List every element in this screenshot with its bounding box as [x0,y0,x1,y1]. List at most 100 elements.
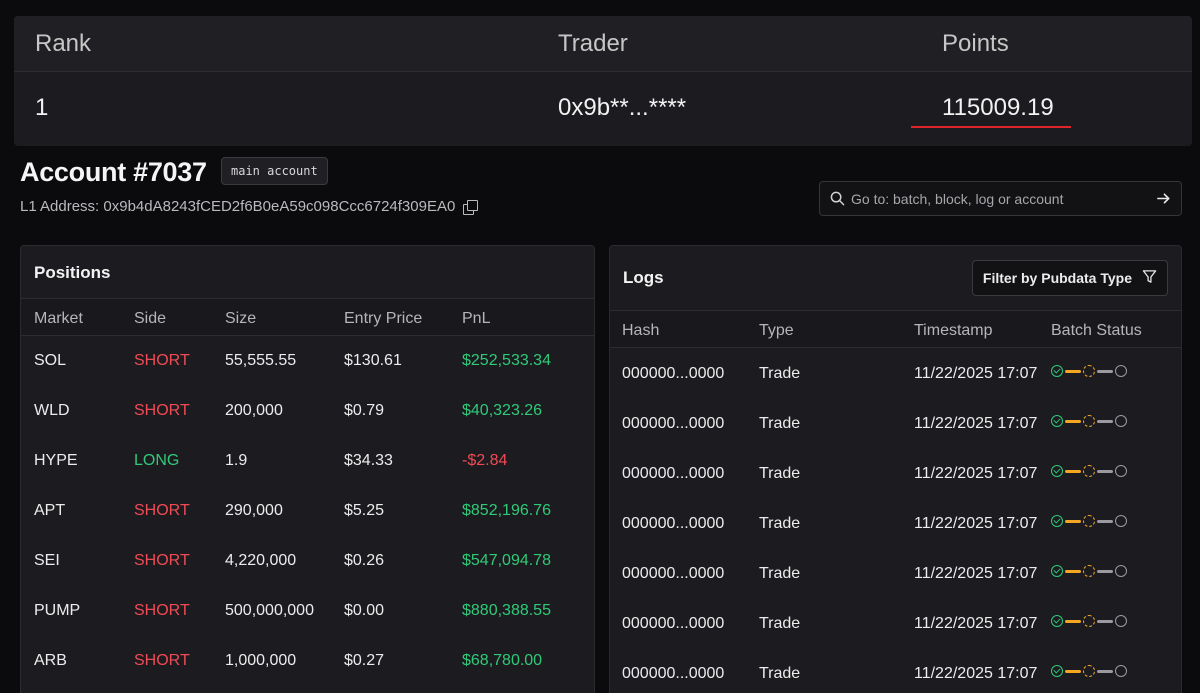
table-row[interactable]: 000000...0000 Trade 11/22/2025 17:07 [610,648,1181,693]
size-cell: 55,555.55 [225,352,297,369]
timestamp-cell: 11/22/2025 17:07 [914,565,1038,582]
hash-link[interactable]: 000000...0000 [622,615,724,633]
col-side: Side [134,310,167,327]
col-type: Type [759,322,794,339]
market-cell: HYPE [34,452,78,469]
search-input[interactable] [851,190,1156,207]
status-connector [1065,619,1081,623]
pnl-cell: $40,323.26 [462,402,543,419]
logs-table-header: Hash Type Timestamp Batch Status [610,310,1181,348]
side-cell: SHORT [134,352,190,369]
arrow-right-icon[interactable] [1156,191,1171,206]
timestamp-cell: 11/22/2025 17:07 [914,365,1038,382]
l1-address: L1 Address: 0x9b4dA8243fCED2f6B0eA59c098… [20,198,456,215]
type-cell: Trade [759,615,801,632]
hash-link[interactable]: 000000...0000 [622,365,724,383]
status-idle-icon [1115,465,1127,477]
table-row[interactable]: 000000...0000 Trade 11/22/2025 17:07 [610,398,1181,448]
pnl-cell: $880,388.55 [462,602,551,619]
search-icon [830,191,845,206]
side-cell: SHORT [134,602,190,619]
table-row[interactable]: 000000...0000 Trade 11/22/2025 17:07 [610,548,1181,598]
table-row[interactable]: PUMP SHORT 500,000,000 $0.00 $880,388.55 [21,586,594,636]
status-connector [1097,669,1113,673]
status-pending-icon [1083,415,1095,427]
entry-price-cell: $130.61 [344,352,402,369]
col-entry-price: Entry Price [344,310,423,327]
table-row[interactable]: APT SHORT 290,000 $5.25 $852,196.76 [21,486,594,536]
l1-address-row: L1 Address: 0x9b4dA8243fCED2f6B0eA59c098… [20,198,479,215]
hash-link[interactable]: 000000...0000 [622,465,724,483]
status-connector [1065,669,1081,673]
copy-icon[interactable] [463,199,479,215]
timestamp-cell: 11/22/2025 17:07 [914,465,1038,482]
batch-status-indicator [1051,565,1127,577]
col-batch-status: Batch Status [1051,322,1142,339]
hash-link[interactable]: 000000...0000 [622,665,724,683]
filter-button-label: Filter by Pubdata Type [982,270,1132,286]
status-idle-icon [1115,415,1127,427]
table-row[interactable]: 000000...0000 Trade 11/22/2025 17:07 [610,598,1181,648]
size-cell: 290,000 [225,502,283,519]
status-pending-icon [1083,365,1095,377]
col-market: Market [34,310,83,327]
table-row[interactable]: WLD SHORT 200,000 $0.79 $40,323.26 [21,386,594,436]
type-cell: Trade [759,365,801,382]
table-row[interactable]: HYPE LONG 1.9 $34.33 -$2.84 [21,436,594,486]
status-idle-icon [1115,615,1127,627]
market-cell: ARB [34,652,67,669]
batch-status-indicator [1051,515,1127,527]
batch-status-indicator [1051,365,1127,377]
status-connector [1065,519,1081,523]
timestamp-cell: 11/22/2025 17:07 [914,415,1038,432]
table-row[interactable]: ARB SHORT 1,000,000 $0.27 $68,780.00 [21,636,594,686]
col-hash: Hash [622,322,660,339]
pnl-cell: $547,094.78 [462,552,551,569]
status-done-icon [1051,665,1063,677]
side-cell: LONG [134,452,180,469]
points-highlight-underline [911,126,1071,128]
status-connector [1065,369,1081,373]
table-row[interactable]: 000000...0000 Trade 11/22/2025 17:07 [610,448,1181,498]
col-points: Points [942,30,1009,57]
status-idle-icon [1115,365,1127,377]
rank-value: 1 [35,94,49,121]
batch-status-indicator [1051,615,1127,627]
pnl-cell: -$2.84 [462,452,508,469]
market-cell: SOL [34,352,67,369]
pnl-cell: $252,533.34 [462,352,551,369]
market-cell: WLD [34,402,70,419]
table-row[interactable]: SEI SHORT 4,220,000 $0.26 $547,094.78 [21,536,594,586]
trader-value: 0x9b**...**** [558,94,687,121]
type-cell: Trade [759,515,801,532]
positions-table-header: Market Side Size Entry Price PnL [21,298,594,336]
market-cell: PUMP [34,602,81,619]
table-row[interactable]: 000000...0000 Trade 11/22/2025 17:07 [610,348,1181,398]
leaderboard-header: Rank Trader Points [14,16,1192,72]
hash-link[interactable]: 000000...0000 [622,415,724,433]
side-cell: SHORT [134,652,190,669]
size-cell: 200,000 [225,402,283,419]
entry-price-cell: $0.26 [344,552,385,569]
hash-link[interactable]: 000000...0000 [622,515,724,533]
status-done-icon [1051,415,1063,427]
status-done-icon [1051,615,1063,627]
status-pending-icon [1083,465,1095,477]
search-bar[interactable] [819,181,1182,216]
col-pnl: PnL [462,310,491,327]
positions-panel: Positions Market Side Size Entry Price P… [20,245,595,693]
hash-link[interactable]: 000000...0000 [622,565,724,583]
status-connector [1065,469,1081,473]
positions-header: Positions [21,246,594,298]
status-connector [1097,519,1113,523]
table-row[interactable]: SOL SHORT 55,555.55 $130.61 $252,533.34 [21,336,594,386]
leaderboard-row: 1 0x9b**...**** 115009.19 [14,72,1192,146]
status-pending-icon [1083,615,1095,627]
table-row[interactable]: 000000...0000 Trade 11/22/2025 17:07 [610,498,1181,548]
status-idle-icon [1115,515,1127,527]
side-cell: SHORT [134,552,190,569]
type-cell: Trade [759,415,801,432]
timestamp-cell: 11/22/2025 17:07 [914,615,1038,632]
type-cell: Trade [759,665,801,682]
filter-pubdata-button[interactable]: Filter by Pubdata Type [971,260,1168,296]
